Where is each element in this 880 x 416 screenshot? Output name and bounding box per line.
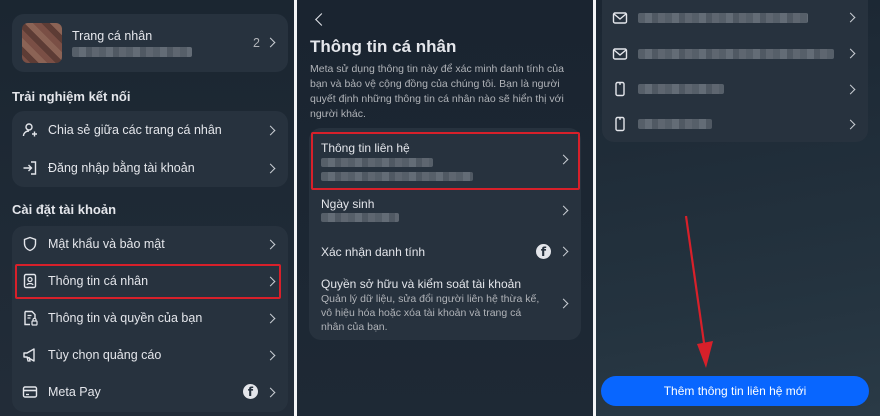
contact-item-email[interactable] bbox=[602, 36, 868, 72]
phone-icon bbox=[612, 116, 628, 132]
item-account-ownership[interactable]: Quyền sở hữu và kiểm soát tài khoản Quản… bbox=[309, 272, 581, 338]
contact-item-email[interactable] bbox=[602, 0, 868, 36]
profile-card[interactable]: Trang cá nhân 2 bbox=[12, 14, 288, 72]
account-item-label: Tùy chọn quảng cáo bbox=[48, 348, 162, 362]
facebook-icon: f bbox=[243, 384, 258, 399]
account-center-panel: Trang cá nhân 2 Trải nghiệm kết nối Chia… bbox=[0, 0, 294, 416]
personal-info-panel: Thông tin cá nhân Meta sử dụng thông tin… bbox=[297, 0, 593, 416]
add-contact-button-label: Thêm thông tin liên hệ mới bbox=[663, 384, 807, 398]
item-identity-confirmation[interactable]: Xác nhận danh tính f bbox=[309, 234, 581, 270]
contact-list-card bbox=[602, 0, 868, 142]
shield-icon bbox=[22, 236, 38, 252]
mail-icon bbox=[612, 10, 628, 26]
chevron-right-icon bbox=[265, 125, 276, 136]
contact-item-phone[interactable] bbox=[602, 72, 868, 107]
connect-card: Chia sẻ giữa các trang cá nhân Đăng nhập… bbox=[12, 111, 288, 187]
connect-item-label: Chia sẻ giữa các trang cá nhân bbox=[48, 123, 222, 137]
mail-icon bbox=[612, 46, 628, 62]
chevron-right-icon bbox=[265, 350, 276, 361]
connect-item-share[interactable]: Chia sẻ giữa các trang cá nhân bbox=[12, 111, 288, 149]
profile-name-hidden bbox=[72, 47, 192, 57]
account-item-ad-preferences[interactable]: Tùy chọn quảng cáo bbox=[12, 336, 288, 373]
chevron-right-icon bbox=[845, 84, 856, 95]
chevron-right-icon bbox=[845, 48, 856, 59]
document-lock-icon bbox=[22, 310, 38, 326]
item-birthday[interactable]: Ngày sinh bbox=[309, 190, 581, 232]
account-item-label: Mật khẩu và bảo mật bbox=[48, 237, 165, 251]
chevron-right-icon bbox=[845, 12, 856, 23]
add-contact-button[interactable]: Thêm thông tin liên hệ mới bbox=[601, 376, 869, 406]
account-item-meta-pay[interactable]: Meta Pay f bbox=[12, 373, 288, 410]
email-value-hidden bbox=[638, 49, 834, 59]
profile-label: Trang cá nhân bbox=[72, 29, 153, 43]
profile-count: 2 bbox=[253, 36, 260, 50]
phone-icon bbox=[612, 81, 628, 97]
megaphone-icon bbox=[22, 347, 38, 363]
chevron-right-icon bbox=[558, 246, 569, 257]
contact-info-panel: Thêm thông tin liên hệ mới bbox=[596, 0, 880, 416]
section-connect-heading: Trải nghiệm kết nối bbox=[12, 89, 131, 104]
phone-value-hidden bbox=[638, 119, 712, 129]
item-label: Ngày sinh bbox=[321, 197, 375, 211]
section-account-heading: Cài đặt tài khoản bbox=[12, 202, 117, 217]
item-label: Xác nhận danh tính bbox=[321, 245, 426, 259]
highlight-personal-info bbox=[15, 264, 281, 299]
chevron-right-icon bbox=[845, 119, 856, 130]
chevron-right-icon bbox=[265, 163, 276, 174]
account-item-label: Thông tin và quyền của bạn bbox=[48, 311, 203, 325]
item-label: Quyền sở hữu và kiểm soát tài khoản bbox=[321, 277, 522, 291]
contact-item-phone[interactable] bbox=[602, 107, 868, 142]
avatar bbox=[22, 23, 62, 63]
connect-item-login[interactable]: Đăng nhập bằng tài khoản bbox=[12, 149, 288, 187]
page-description: Meta sử dụng thông tin này để xác minh d… bbox=[310, 63, 564, 120]
chevron-right-icon bbox=[265, 37, 276, 48]
red-arrow-annotation bbox=[684, 215, 713, 368]
account-settings-card: Mật khẩu và bảo mật Thông tin cá nhân Th… bbox=[12, 226, 288, 412]
chevron-right-icon bbox=[265, 313, 276, 324]
page-title: Thông tin cá nhân bbox=[310, 37, 457, 56]
login-arrow-icon bbox=[22, 160, 38, 176]
profile-share-icon bbox=[22, 122, 38, 138]
back-button[interactable] bbox=[311, 10, 331, 30]
highlight-contact-info bbox=[311, 132, 580, 190]
email-value-hidden bbox=[638, 13, 808, 23]
account-item-password-security[interactable]: Mật khẩu và bảo mật bbox=[12, 226, 288, 262]
phone-value-hidden bbox=[638, 84, 724, 94]
chevron-right-icon bbox=[558, 298, 569, 309]
chevron-right-icon bbox=[558, 205, 569, 216]
credit-card-icon bbox=[22, 384, 38, 400]
account-item-info-permissions[interactable]: Thông tin và quyền của bạn bbox=[12, 299, 288, 336]
account-item-label: Meta Pay bbox=[48, 385, 101, 399]
facebook-icon: f bbox=[536, 244, 551, 259]
chevron-left-icon bbox=[315, 13, 328, 26]
birthday-value-hidden bbox=[321, 213, 399, 222]
chevron-right-icon bbox=[265, 239, 276, 250]
connect-item-label: Đăng nhập bằng tài khoản bbox=[48, 161, 195, 175]
chevron-right-icon bbox=[265, 387, 276, 398]
item-description: Quản lý dữ liệu, sửa đổi người liên hệ t… bbox=[321, 293, 540, 333]
